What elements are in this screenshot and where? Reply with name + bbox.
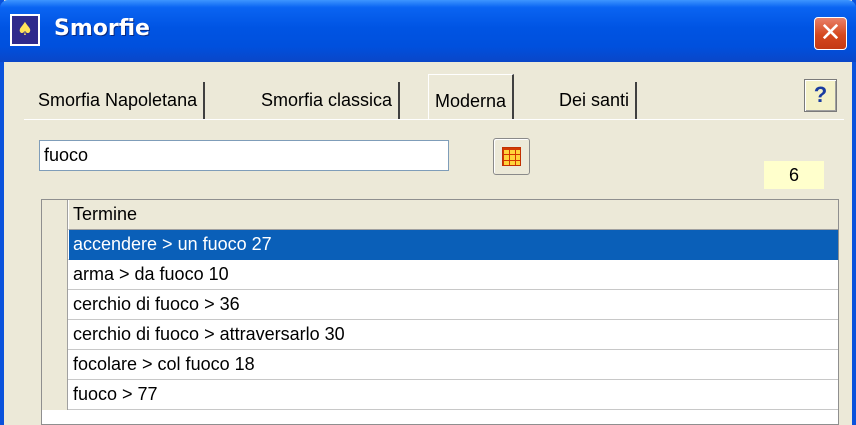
tab-strip: Smorfia Napoletana Smorfia classica Mode…	[32, 74, 672, 120]
tab-smorfia-napoletana[interactable]: Smorfia Napoletana	[32, 82, 206, 120]
table-row[interactable]: arma > da fuoco 10	[42, 260, 838, 290]
row-selector[interactable]	[42, 380, 68, 410]
table-header-row: Termine	[42, 200, 838, 230]
table-cell[interactable]: cerchio di fuoco > 36	[69, 290, 838, 320]
tab-moderna[interactable]: Moderna	[428, 74, 515, 120]
table-cell[interactable]: focolare > col fuoco 18	[69, 350, 838, 380]
table-cell[interactable]: accendere > un fuoco 27	[69, 230, 838, 260]
column-header-termine[interactable]: Termine	[69, 200, 838, 230]
table-row[interactable]: cerchio di fuoco > 36	[42, 290, 838, 320]
window-title: Smorfie	[54, 16, 150, 41]
app-icon: ♠	[10, 14, 40, 46]
tab-divider	[24, 119, 844, 120]
result-count: 6	[764, 161, 824, 189]
tab-smorfia-classica[interactable]: Smorfia classica	[255, 82, 401, 120]
row-selector[interactable]	[42, 290, 68, 320]
table-row[interactable]: cerchio di fuoco > attraversarlo 30	[42, 320, 838, 350]
results-table: Termine accendere > un fuoco 27 arma > d…	[41, 199, 839, 425]
row-selector[interactable]	[42, 230, 68, 260]
row-header-corner	[42, 200, 68, 230]
table-cell[interactable]: arma > da fuoco 10	[69, 260, 838, 290]
table-cell[interactable]: cerchio di fuoco > attraversarlo 30	[69, 320, 838, 350]
grid-view-button[interactable]	[493, 138, 530, 175]
smorfie-window: ♠ Smorfie ✕ Smorfia Napoletana Smorfia c…	[0, 0, 856, 425]
grid-icon	[502, 147, 521, 166]
tab-dei-santi[interactable]: Dei santi	[553, 82, 638, 120]
table-row[interactable]: focolare > col fuoco 18	[42, 350, 838, 380]
search-input[interactable]	[39, 140, 449, 171]
row-selector[interactable]	[42, 260, 68, 290]
table-row[interactable]: accendere > un fuoco 27	[42, 230, 838, 260]
row-selector[interactable]	[42, 350, 68, 380]
table-row[interactable]: fuoco > 77	[42, 380, 838, 410]
close-button[interactable]: ✕	[814, 17, 847, 50]
help-button[interactable]: ?	[804, 79, 837, 112]
title-bar[interactable]: ♠ Smorfie ✕	[0, 0, 856, 62]
table-cell[interactable]: fuoco > 77	[69, 380, 838, 410]
row-selector[interactable]	[42, 320, 68, 350]
